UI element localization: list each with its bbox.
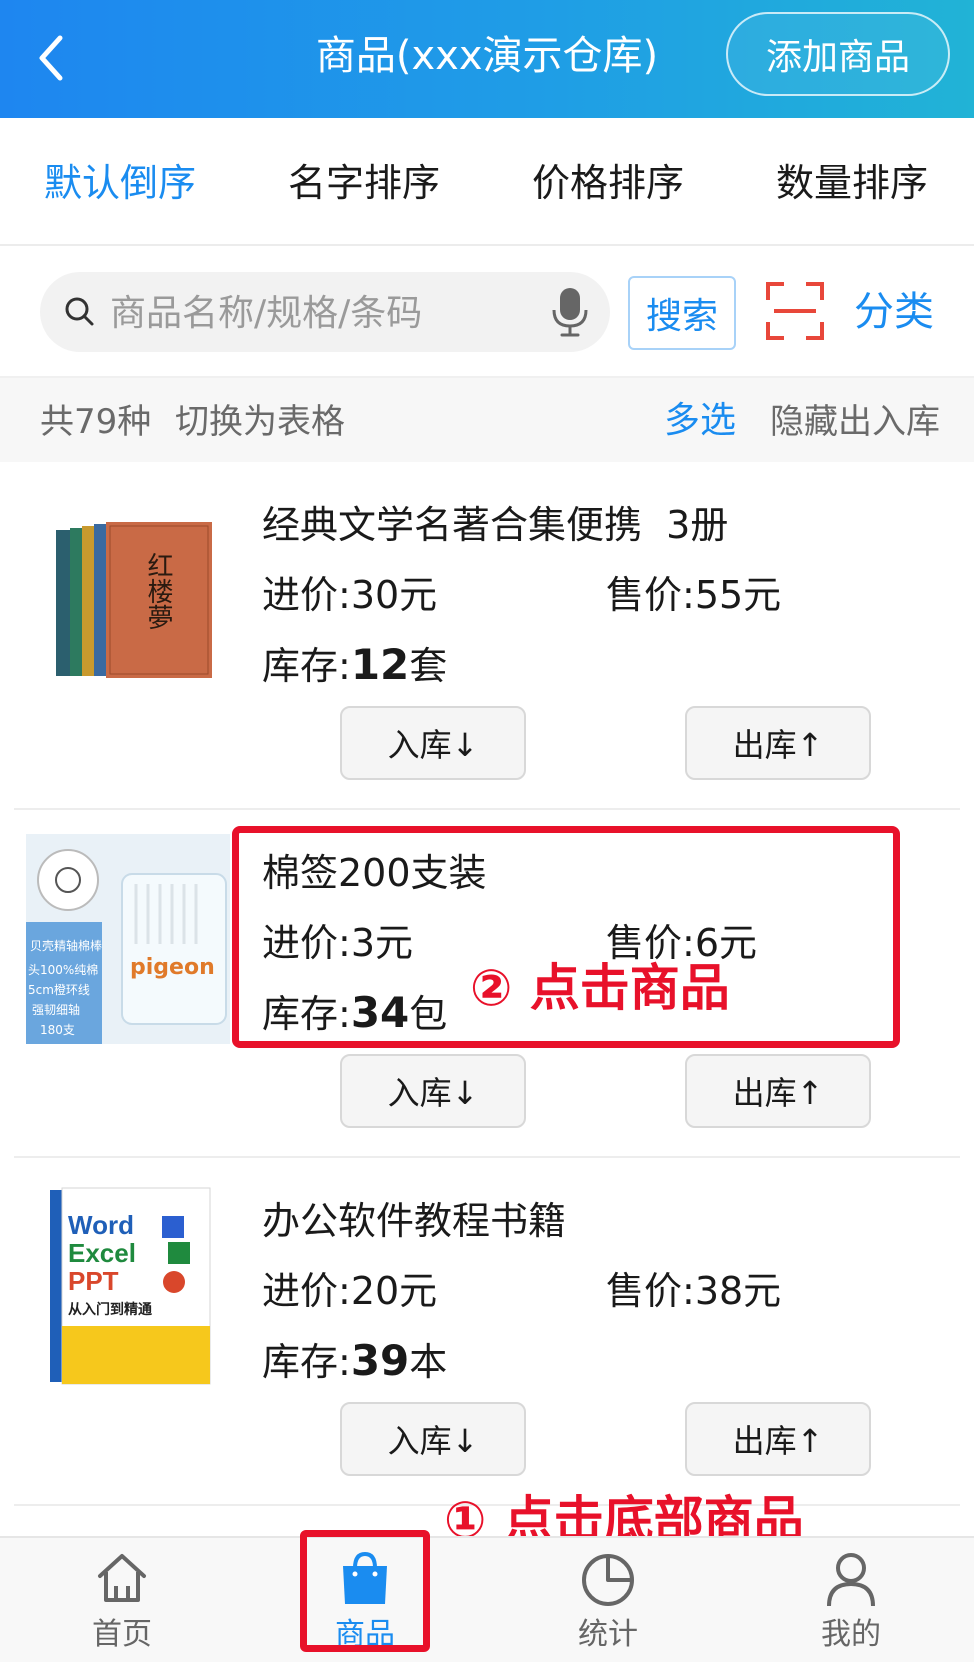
- product-name: 办公软件教程书籍: [262, 1199, 567, 1243]
- list-item[interactable]: Word Excel PPT 从入门到精通 办公软件教程书籍 进价:20元 售价…: [0, 1158, 974, 1506]
- microphone-icon[interactable]: [550, 286, 590, 338]
- nav-label-home: 首页: [92, 1617, 152, 1652]
- cost-price: 进价:30元: [262, 573, 438, 617]
- switch-to-table-link[interactable]: 切换为表格: [175, 398, 345, 446]
- annotation-step-2: ② 点击商品: [470, 959, 730, 1017]
- sale-price: 售价:38元: [606, 1269, 782, 1313]
- stock-in-button[interactable]: 入库↓: [340, 1054, 526, 1128]
- thumbnail-line-4: 强韧细轴: [32, 1002, 80, 1017]
- sort-tabs: 默认倒序 名字排序 价格排序 数量排序: [0, 118, 974, 246]
- thumbnail-brand-text: pigeon: [130, 955, 215, 980]
- category-link[interactable]: 分类: [854, 284, 934, 340]
- sale-price: 售价:55元: [606, 573, 782, 617]
- nav-label-stats: 统计: [578, 1617, 638, 1652]
- thumbnail-line-excel: Excel: [68, 1238, 136, 1268]
- back-button[interactable]: [28, 28, 76, 88]
- product-thumbnail: Word Excel PPT 从入门到精通: [50, 1187, 211, 1385]
- chevron-left-icon: [39, 35, 63, 81]
- stock-in-button[interactable]: 入库↓: [340, 706, 526, 780]
- thumbnail-line-ppt: PPT: [68, 1266, 119, 1296]
- product-thumbnail: 红楼夢: [56, 522, 212, 678]
- tab-sort-quantity[interactable]: 数量排序: [776, 156, 928, 210]
- scan-icon[interactable]: [766, 282, 824, 340]
- search-box[interactable]: [40, 272, 610, 352]
- tab-sort-price[interactable]: 价格排序: [532, 156, 684, 210]
- stock-out-button[interactable]: 出库↑: [685, 1054, 871, 1128]
- nav-item-stats[interactable]: 统计: [528, 1538, 688, 1664]
- thumbnail-line-subtitle: 从入门到精通: [68, 1301, 152, 1318]
- add-product-button[interactable]: 添加商品: [726, 12, 950, 96]
- search-row: 搜索 分类: [0, 246, 974, 378]
- list-info-row: 共79种 切换为表格 多选 隐藏出入库: [0, 378, 974, 462]
- stock: 库存:39本: [262, 1336, 448, 1385]
- hide-stock-io-link[interactable]: 隐藏出入库: [770, 398, 940, 446]
- highlight-nav-box: [300, 1530, 430, 1652]
- product-thumbnail: pigeon 贝壳精轴棉棒 头100%纯棉 5cm橙环线 强韧细轴 180支: [26, 834, 230, 1044]
- multi-select-link[interactable]: 多选: [664, 396, 736, 446]
- user-icon: [827, 1553, 875, 1607]
- thumbnail-line-word: Word: [68, 1210, 134, 1240]
- stock: 库存:12套: [262, 640, 448, 689]
- home-icon: [98, 1554, 146, 1602]
- thumbnail-line-1: 贝壳精轴棉棒: [30, 938, 102, 953]
- nav-item-mine[interactable]: 我的: [771, 1538, 931, 1664]
- stock-in-button[interactable]: 入库↓: [340, 1402, 526, 1476]
- list-item[interactable]: 红楼夢 经典文学名著合集便携 3册 进价:30元 售价:55元 库存:12套 入…: [0, 462, 974, 810]
- thumbnail-line-3: 5cm橙环线: [28, 982, 90, 997]
- nav-item-home[interactable]: 首页: [42, 1538, 202, 1664]
- tab-default-desc[interactable]: 默认倒序: [44, 156, 196, 210]
- thumbnail-line-5: 180支: [40, 1023, 75, 1037]
- pie-chart-icon: [582, 1554, 634, 1606]
- search-icon: [65, 297, 94, 326]
- stock-out-button[interactable]: 出库↑: [685, 1402, 871, 1476]
- thumbnail-line-2: 头100%纯棉: [28, 963, 98, 977]
- bottom-navigation: 首页 商品 统计 我的: [0, 1536, 974, 1662]
- search-button[interactable]: 搜索: [628, 276, 736, 350]
- thumbnail-title-text: 红楼夢: [143, 552, 173, 630]
- tab-sort-name[interactable]: 名字排序: [288, 156, 440, 210]
- nav-label-mine: 我的: [821, 1617, 881, 1652]
- product-count: 共79种: [40, 402, 152, 442]
- cost-price: 进价:20元: [262, 1269, 438, 1313]
- product-name: 经典文学名著合集便携 3册: [262, 503, 729, 547]
- stock-out-button[interactable]: 出库↑: [685, 706, 871, 780]
- top-header: 商品(xxx演示仓库) 添加商品: [0, 0, 974, 118]
- search-input[interactable]: [108, 282, 532, 344]
